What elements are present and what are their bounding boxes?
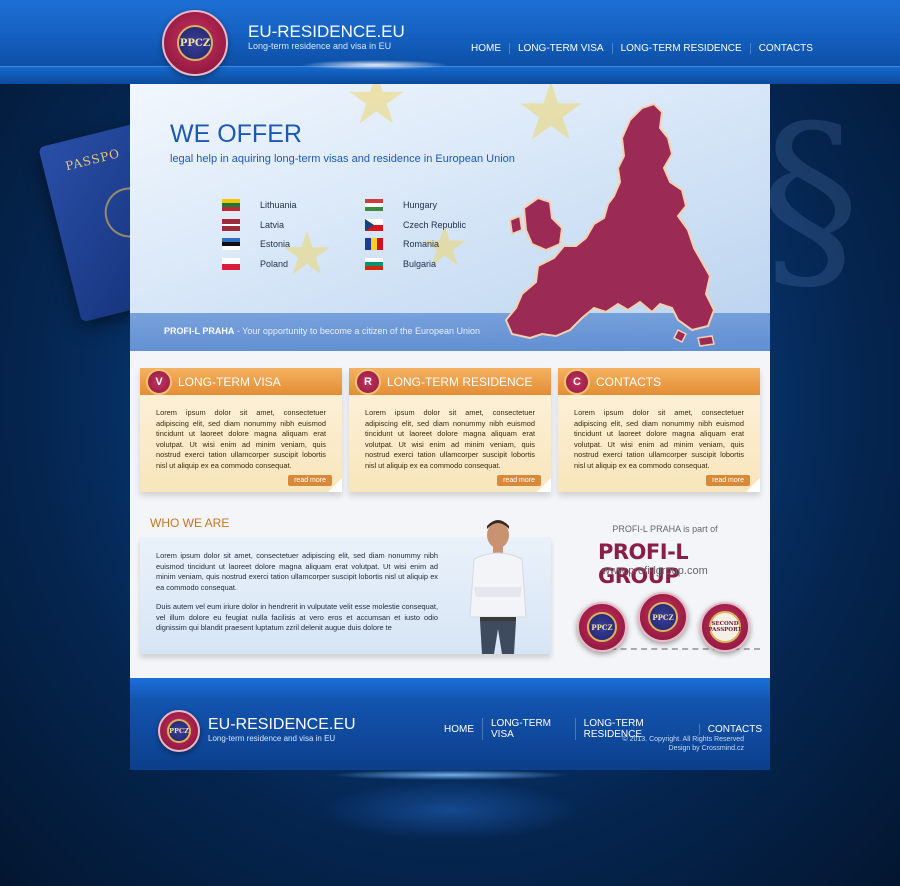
box-long-term-visa: V LONG-TERM VISA Lorem ipsum dolor sit a…	[140, 368, 342, 492]
box-long-term-residence: R LONG-TERM RESIDENCE Lorem ipsum dolor …	[349, 368, 551, 492]
country-estonia[interactable]: Estonia	[222, 238, 290, 250]
nav-contacts[interactable]: CONTACTS	[749, 43, 821, 54]
nav-long-term-residence[interactable]: LONG-TERM RESIDENCE	[611, 43, 750, 54]
medal-label: PPCZ	[587, 612, 617, 642]
box-contacts: C CONTACTS Lorem ipsum dolor sit amet, c…	[558, 368, 760, 492]
site-title[interactable]: EU-RESIDENCE.EU	[248, 22, 405, 42]
country-romania[interactable]: Romania	[365, 238, 439, 250]
nav-home[interactable]: HOME	[463, 43, 509, 54]
hero-band-slogan: - Your opportunity to become a citizen o…	[234, 326, 481, 336]
read-more-button[interactable]: read more	[706, 475, 750, 486]
country-latvia[interactable]: Latvia	[222, 219, 284, 231]
footer-nav-long-term-visa[interactable]: LONG-TERM VISA	[482, 718, 575, 740]
box-header[interactable]: C CONTACTS	[558, 368, 760, 395]
logo-seal-icon[interactable]: PPCZ	[162, 10, 228, 76]
medal-label: SECOND PASSPORT	[708, 611, 742, 643]
box-text: Lorem ipsum dolor sit amet, consectetuer…	[365, 408, 535, 470]
medal-second-passport-icon[interactable]: SECOND PASSPORT	[700, 602, 750, 652]
country-label: Bulgaria	[403, 259, 437, 269]
country-poland[interactable]: Poland	[222, 258, 288, 270]
eu-star-icon: ★	[345, 84, 408, 138]
group-intro: PROFI-L PRAHA is part of	[612, 524, 718, 534]
copyright-text: © 2013. Copyright. All Rights Reserved	[622, 736, 745, 743]
box-title: LONG-TERM VISA	[178, 374, 281, 389]
main-content: ★ ★ ★ ★ WE OFFER legal help in aquiring …	[130, 84, 770, 678]
who-paragraph: Duis autem vel eum iriure dolor in hendr…	[156, 602, 438, 632]
passport-label: PASSPO	[64, 146, 122, 174]
page-fold-corner	[537, 478, 551, 492]
businessman-photo	[469, 520, 527, 654]
hero-band-brand: PROFI-L PRAHA	[164, 326, 235, 336]
who-we-are-title: WHO WE ARE	[150, 516, 230, 530]
main-nav: HOME LONG-TERM VISA LONG-TERM RESIDENCE …	[463, 43, 821, 54]
flag-icon	[222, 238, 240, 250]
group-url-link[interactable]: www.profi-lgroup.com	[602, 565, 708, 577]
flag-icon	[365, 199, 383, 211]
medal-ppcz-secondary-icon[interactable]: PPCZ	[638, 592, 688, 642]
header-divider	[0, 66, 900, 84]
footer-divider	[130, 678, 770, 698]
footer-seal-label: PPCZ	[167, 719, 191, 743]
box-header[interactable]: R LONG-TERM RESIDENCE	[349, 368, 551, 395]
who-paragraph: Lorem ipsum dolor sit amet, consectetuer…	[156, 551, 438, 592]
hero-banner: ★ ★ ★ ★ WE OFFER legal help in aquiring …	[130, 84, 770, 351]
country-bulgaria[interactable]: Bulgaria	[365, 258, 436, 270]
visa-badge-icon: V	[146, 368, 172, 395]
contacts-badge-icon: C	[564, 368, 590, 395]
footer-title[interactable]: EU-RESIDENCE.EU	[208, 716, 356, 734]
hero-band-text: PROFI-L PRAHA - Your opportunity to beco…	[164, 326, 480, 336]
hero-subtitle: legal help in aquiring long-term visas a…	[170, 153, 515, 165]
nav-long-term-visa[interactable]: LONG-TERM VISA	[509, 43, 612, 54]
who-we-are-box: Lorem ipsum dolor sit amet, consectetuer…	[140, 520, 551, 654]
country-hungary[interactable]: Hungary	[365, 199, 437, 211]
footer-nav-contacts[interactable]: CONTACTS	[698, 723, 770, 735]
designer-credit[interactable]: Design by Crossmind.cz	[623, 744, 744, 753]
medal-label: PPCZ	[648, 602, 678, 632]
country-label: Latvia	[260, 220, 285, 230]
country-lithuania[interactable]: Lithuania	[222, 199, 297, 211]
read-more-button[interactable]: read more	[497, 475, 541, 486]
country-label: Czech Republic	[403, 220, 467, 230]
flag-icon	[222, 199, 240, 211]
flag-icon	[222, 258, 240, 270]
footer-nav-home[interactable]: HOME	[436, 724, 482, 735]
paragraph-sign-icon: §	[760, 83, 860, 316]
eu-star-icon: ★	[280, 220, 334, 287]
group-logo-text[interactable]: PROFI-L GROUP	[598, 540, 770, 588]
box-title: CONTACTS	[596, 374, 662, 389]
flag-icon	[365, 219, 383, 231]
residence-badge-icon: R	[355, 368, 381, 395]
box-text: Lorem ipsum dolor sit amet, consectetuer…	[156, 408, 326, 470]
hero-title: WE OFFER	[170, 120, 302, 148]
country-label: Hungary	[403, 200, 438, 210]
read-more-button[interactable]: read more	[288, 475, 332, 486]
who-we-are-text: Lorem ipsum dolor sit amet, consectetuer…	[156, 551, 438, 643]
medal-ppcz-icon[interactable]: PPCZ	[577, 602, 627, 652]
country-label: Romania	[403, 239, 440, 249]
box-title: LONG-TERM RESIDENCE	[387, 374, 533, 389]
site-tagline: Long-term residence and visa in EU	[248, 41, 392, 51]
country-label: Poland	[260, 259, 289, 269]
page-fold-corner	[328, 478, 342, 492]
copyright-block: © 2013. Copyright. All Rights Reserved D…	[623, 735, 745, 753]
flag-icon	[365, 258, 383, 270]
box-text: Lorem ipsum dolor sit amet, consectetuer…	[574, 408, 744, 470]
country-czech-republic[interactable]: Czech Republic	[365, 219, 466, 231]
country-label: Estonia	[260, 239, 291, 249]
header-bar	[0, 0, 900, 66]
footer-glow	[330, 770, 570, 780]
eu-map-illustration	[504, 102, 716, 347]
page-fold-corner	[746, 478, 760, 492]
flag-icon	[222, 219, 240, 231]
flag-icon	[365, 238, 383, 250]
footer-seal-icon[interactable]: PPCZ	[158, 710, 200, 752]
footer: PPCZ EU-RESIDENCE.EU Long-term residence…	[130, 698, 770, 770]
box-header[interactable]: V LONG-TERM VISA	[140, 368, 342, 395]
footer-glow-soft	[320, 780, 580, 840]
header-glow	[300, 60, 450, 70]
country-label: Lithuania	[260, 200, 297, 210]
footer-tagline: Long-term residence and visa in EU	[208, 734, 336, 743]
logo-seal-label: PPCZ	[177, 25, 213, 61]
